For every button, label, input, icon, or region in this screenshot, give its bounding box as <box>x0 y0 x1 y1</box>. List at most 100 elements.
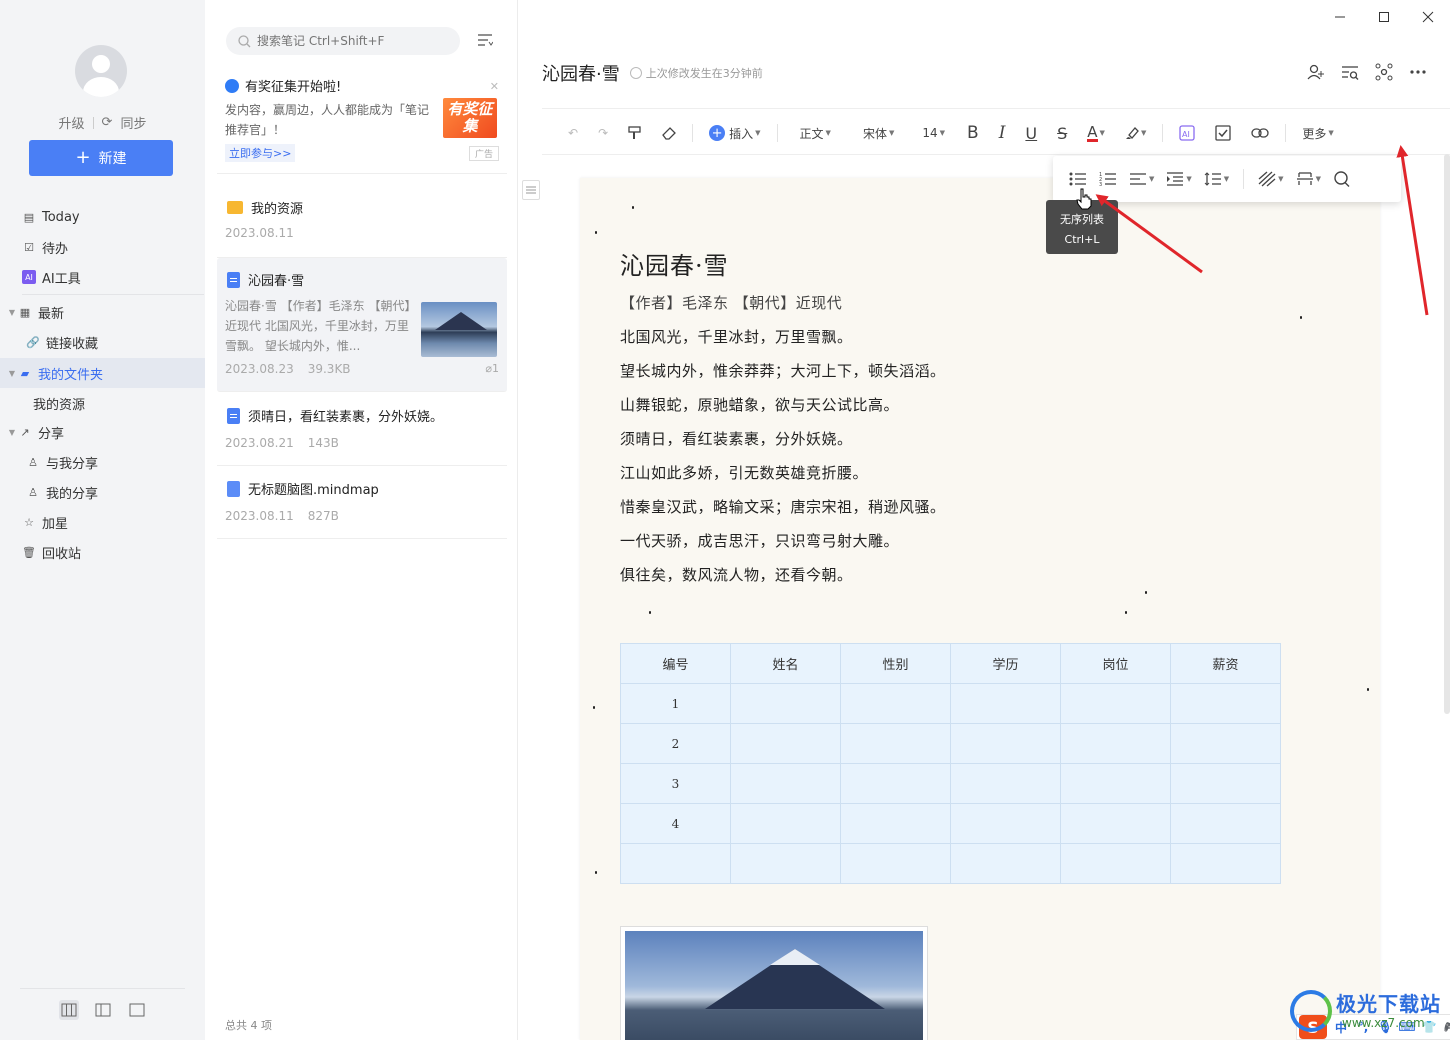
table-cell[interactable] <box>840 683 951 724</box>
font-color-icon[interactable]: A ▼ <box>1077 118 1115 148</box>
sync-icon[interactable]: ⟳ <box>102 115 113 130</box>
data-table[interactable]: 编号 姓名 性别 学历 岗位 薪资 1234 <box>620 643 1281 884</box>
italic-icon[interactable]: I <box>989 118 1016 148</box>
table-cell[interactable] <box>730 763 841 804</box>
task-checkbox-icon[interactable] <box>1205 118 1241 148</box>
sidebar-item-shared-with-me[interactable]: ♙ 与我分享 <box>0 447 205 477</box>
table-cell[interactable] <box>1060 843 1171 884</box>
outline-toggle-icon[interactable] <box>522 180 540 200</box>
table-header-cell[interactable]: 编号 <box>620 643 731 684</box>
table-header-cell[interactable]: 姓名 <box>730 643 841 684</box>
table-cell[interactable] <box>840 843 951 884</box>
paragraph-style-select[interactable]: 正文 ▼ <box>784 118 847 148</box>
sidebar-item-recent[interactable]: ▼ ▦ 最新 <box>0 297 205 327</box>
new-button[interactable]: + 新建 <box>29 140 173 176</box>
chevron-down-icon[interactable]: ▼ <box>6 369 18 378</box>
sync-link[interactable]: 同步 <box>120 113 146 132</box>
indent-icon[interactable]: ▼ <box>1160 164 1197 194</box>
sidebar-item-link-favorites[interactable]: 🔗 链接收藏 <box>0 327 205 357</box>
table-cell[interactable] <box>730 723 841 764</box>
ad-join-link[interactable]: 立即参与>> <box>225 144 296 162</box>
document-page[interactable]: 沁园春·雪 【作者】毛泽东 【朝代】近现代 北国风光，千里冰封，万里雪飘。 望长… <box>580 178 1380 1040</box>
table-cell[interactable] <box>950 723 1061 764</box>
strikethrough-icon[interactable]: S <box>1047 118 1077 148</box>
align-icon[interactable]: ▼ <box>1123 164 1160 194</box>
single-view-icon[interactable] <box>127 1000 147 1020</box>
table-header-cell[interactable]: 学历 <box>950 643 1061 684</box>
list-item[interactable]: 须晴日，看红装素裹，分外妖娆。 2023.08.21 143B <box>217 394 507 466</box>
game-icon[interactable]: 🎮 <box>1443 1019 1450 1035</box>
background-pattern-icon[interactable]: ▼ <box>1252 164 1289 194</box>
avatar[interactable] <box>75 45 127 97</box>
table-cell[interactable] <box>1170 843 1281 884</box>
chevron-down-icon[interactable]: ▼ <box>6 428 18 437</box>
undo-icon[interactable]: ↶ <box>558 118 588 148</box>
eraser-icon[interactable] <box>652 118 686 148</box>
list-item[interactable]: 沁园春·雪 沁园春·雪 【作者】毛泽东 【朝代】近现代 北国风光，千里冰封，万里… <box>217 258 507 392</box>
three-column-view-icon[interactable] <box>58 1000 79 1020</box>
table-cell[interactable] <box>1170 763 1281 804</box>
insert-button[interactable]: + 插入 ▼ <box>699 118 770 148</box>
table-cell[interactable]: 3 <box>620 763 731 804</box>
line-spacing-icon[interactable]: ▼ <box>1198 164 1235 194</box>
table-cell[interactable] <box>730 683 841 724</box>
doc-title[interactable]: 沁园春·雪 <box>542 60 620 86</box>
table-cell[interactable] <box>1060 723 1171 764</box>
table-header-cell[interactable]: 薪资 <box>1170 643 1281 684</box>
search-input[interactable] <box>257 34 457 48</box>
table-header-cell[interactable]: 岗位 <box>1060 643 1171 684</box>
table-cell[interactable]: 2 <box>620 723 731 764</box>
highlight-icon[interactable]: ▼ <box>1115 118 1156 148</box>
maximize-icon[interactable] <box>1362 0 1406 34</box>
close-icon[interactable] <box>1406 0 1450 34</box>
list-item[interactable]: 我的资源 2023.08.11 <box>217 186 507 258</box>
sidebar-item-todo[interactable]: ☑ 待办 <box>0 232 205 262</box>
ad-banner[interactable]: 有奖征集开始啦! ✕ 发内容，赢周边，人人都能成为「笔记推荐官」！ 有奖征集 立… <box>217 66 507 174</box>
ai-writing-icon[interactable]: AI <box>1169 118 1205 148</box>
two-column-view-icon[interactable] <box>93 1000 113 1020</box>
table-cell[interactable] <box>950 763 1061 804</box>
upgrade-link[interactable]: 升级 <box>59 113 85 132</box>
bold-icon[interactable]: B <box>957 118 989 148</box>
format-painter-icon[interactable] <box>618 118 652 148</box>
sort-icon[interactable] <box>475 30 495 50</box>
table-cell[interactable]: 4 <box>620 803 731 844</box>
table-cell[interactable] <box>1060 803 1171 844</box>
link-icon[interactable] <box>1241 118 1279 148</box>
table-cell[interactable] <box>950 803 1061 844</box>
embedded-image[interactable] <box>620 926 928 1040</box>
search-box[interactable] <box>226 27 460 55</box>
sidebar-item-my-resources[interactable]: 我的资源 <box>0 388 205 418</box>
numbered-list-icon[interactable]: 123 <box>1093 164 1123 194</box>
sidebar-item-starred[interactable]: ☆ 加星 <box>0 507 205 537</box>
mindmap-icon[interactable] <box>1374 62 1394 82</box>
minimize-icon[interactable] <box>1318 0 1362 34</box>
table-cell[interactable] <box>840 723 951 764</box>
find-icon[interactable] <box>1327 164 1357 194</box>
table-cell[interactable] <box>730 803 841 844</box>
outline-search-icon[interactable] <box>1340 62 1360 82</box>
table-cell[interactable] <box>840 763 951 804</box>
font-family-select[interactable]: 宋体 ▼ <box>847 118 910 148</box>
sidebar-item-trash[interactable]: 🗑 回收站 <box>0 537 205 567</box>
underline-icon[interactable]: U <box>1015 118 1047 148</box>
table-cell[interactable] <box>950 843 1061 884</box>
table-header-cell[interactable]: 性别 <box>840 643 951 684</box>
more-button[interactable]: 更多 ▼ <box>1292 118 1343 148</box>
more-options-icon[interactable] <box>1408 62 1428 82</box>
list-item[interactable]: 无标题脑图.mindmap 2023.08.11 827B <box>217 467 507 539</box>
sidebar-item-share[interactable]: ▼ ↗ 分享 <box>0 417 205 447</box>
font-size-select[interactable]: 14 ▼ <box>910 118 957 148</box>
table-cell[interactable] <box>620 843 731 884</box>
table-cell[interactable] <box>840 803 951 844</box>
sidebar-item-today[interactable]: ▤ Today <box>0 202 205 232</box>
table-cell[interactable]: 1 <box>620 683 731 724</box>
close-icon[interactable]: ✕ <box>490 80 499 93</box>
chevron-down-icon[interactable]: ▼ <box>6 308 18 317</box>
table-cell[interactable] <box>1060 683 1171 724</box>
table-cell[interactable] <box>1170 723 1281 764</box>
redo-icon[interactable]: ↷ <box>588 118 618 148</box>
table-cell[interactable] <box>1170 683 1281 724</box>
sidebar-item-ai-tools[interactable]: AI AI工具 <box>0 262 205 292</box>
table-cell[interactable] <box>730 843 841 884</box>
